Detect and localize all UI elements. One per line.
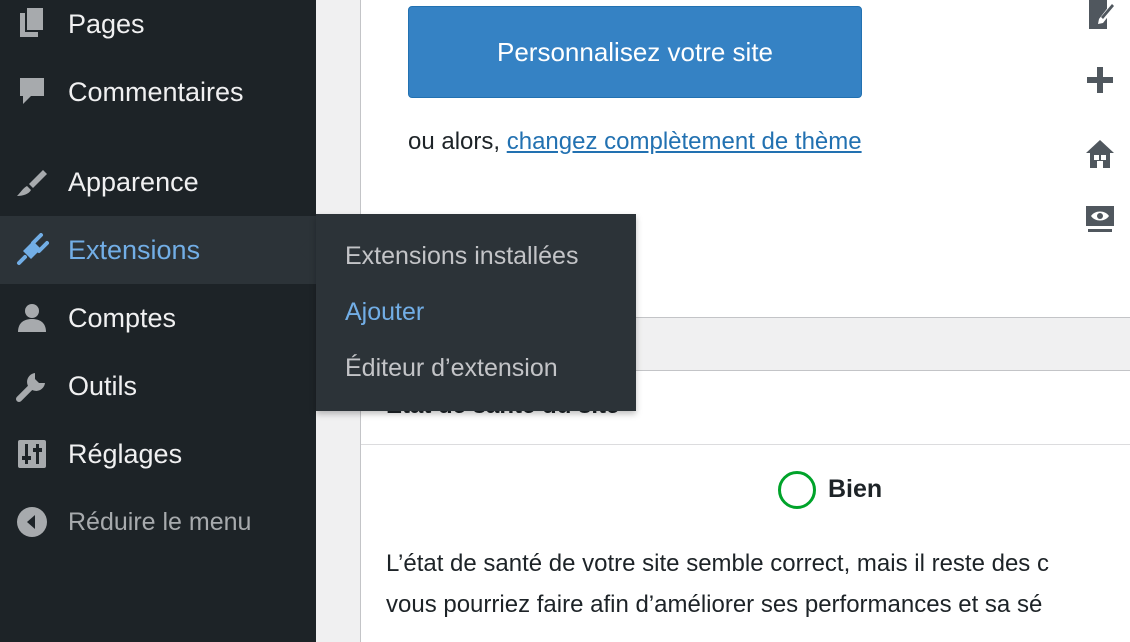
submenu-item-plugin-editor[interactable]: Éditeur d’extension xyxy=(345,354,558,383)
plugins-submenu: Extensions installées Ajouter Éditeur d’… xyxy=(316,214,636,411)
sidebar-item-label: Réglages xyxy=(68,438,183,469)
sidebar-item-tools[interactable]: Outils xyxy=(0,352,316,420)
sidebar-item-label: Pages xyxy=(68,8,145,39)
site-health-description: L’état de santé de votre site semble cor… xyxy=(386,543,1130,625)
collapse-menu-button[interactable]: Réduire le menu xyxy=(0,488,316,556)
or-text: ou alors, xyxy=(408,128,507,155)
sidebar-item-appearance[interactable]: Apparence xyxy=(0,148,316,216)
collapse-menu-label: Réduire le menu xyxy=(68,507,252,536)
admin-sidebar: Pages Commentaires Apparence Extensions … xyxy=(0,0,316,642)
pages-icon xyxy=(14,6,50,42)
edit-icon[interactable] xyxy=(1080,0,1120,34)
collapse-arrow-icon xyxy=(14,504,50,540)
plus-icon[interactable] xyxy=(1080,60,1120,100)
active-menu-arrow xyxy=(298,232,316,268)
sidebar-item-users[interactable]: Comptes xyxy=(0,284,316,352)
plugin-icon xyxy=(14,232,50,268)
sidebar-item-label: Outils xyxy=(68,370,138,401)
comment-icon xyxy=(14,74,50,110)
sidebar-item-label: Apparence xyxy=(68,166,199,197)
customize-site-button[interactable]: Personnalisez votre site xyxy=(408,6,862,98)
change-theme-link[interactable]: changez complètement de thème xyxy=(507,128,862,155)
sidebar-item-label: Comptes xyxy=(68,302,177,333)
site-health-description-line: L’état de santé de votre site semble cor… xyxy=(386,550,1049,577)
sidebar-item-label: Extensions xyxy=(68,234,201,265)
change-theme-text: ou alors, changez complètement de thème xyxy=(408,128,862,156)
user-icon xyxy=(14,300,50,336)
submenu-item-add-new[interactable]: Ajouter xyxy=(345,298,424,327)
health-status-label: Bien xyxy=(828,475,883,503)
paintbrush-icon xyxy=(14,164,50,200)
sidebar-item-settings[interactable]: Réglages xyxy=(0,420,316,488)
wrench-icon xyxy=(14,368,50,404)
sidebar-item-plugins[interactable]: Extensions xyxy=(0,216,316,284)
settings-sliders-icon xyxy=(14,436,50,472)
home-icon[interactable] xyxy=(1080,134,1120,174)
sidebar-item-comments[interactable]: Commentaires xyxy=(0,58,316,126)
sidebar-item-label: Commentaires xyxy=(68,76,244,107)
sidebar-item-pages[interactable]: Pages xyxy=(0,0,316,58)
site-health-description-line: vous pourriez faire afin d’améliorer ses… xyxy=(386,591,1043,618)
submenu-item-installed-plugins[interactable]: Extensions installées xyxy=(345,242,578,271)
view-icon[interactable] xyxy=(1080,198,1120,238)
health-status-ring xyxy=(778,471,816,509)
